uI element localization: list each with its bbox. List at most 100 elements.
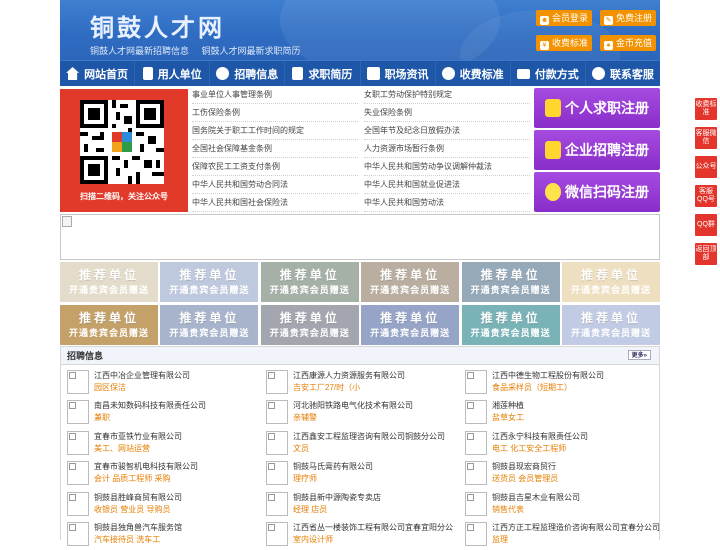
company-logo[interactable] — [266, 491, 288, 516]
nav-job-listings[interactable]: 招聘信息 — [210, 61, 286, 86]
job-title-link[interactable]: 销售代表 — [492, 504, 524, 515]
job-item[interactable]: 湘莲种植 盐草女工 — [461, 398, 657, 428]
company-name-link[interactable]: 铜鼓县新中源陶瓷专卖店 — [293, 492, 381, 503]
job-item[interactable]: 铜鼓县独角兽汽车服务馆 汽车接待员 洗车工 — [63, 520, 259, 550]
job-item[interactable]: 铜鼓县胜峰商贸有限公司 收银员 营业员 导购员 — [63, 490, 259, 520]
company-name-link[interactable]: 铜鼓县现宏商贸行 — [492, 461, 556, 472]
company-name-link[interactable]: 江西永宁科技有限责任公司 — [492, 431, 588, 442]
recommend-tile[interactable]: 推荐单位 开通贵宾会员赠送 — [461, 262, 560, 302]
job-item[interactable]: 江西康源人力资源服务有限公司 吉安工厂27/时（小 — [262, 368, 458, 398]
nav-contact-service[interactable]: 联系客服 — [586, 61, 660, 86]
company-name-link[interactable]: 铜鼓县胜峰商贸有限公司 — [94, 492, 182, 503]
nav-pricing[interactable]: 收费标准 — [436, 61, 511, 86]
law-link[interactable]: 中华人民共和国就业促进法 — [364, 176, 530, 194]
job-title-link[interactable]: 园区保洁 — [94, 382, 126, 393]
job-item[interactable]: 江西中冶企业管理有限公司 园区保洁 — [63, 368, 259, 398]
company-name-link[interactable]: 铜鼓马氏膏药有限公司 — [293, 461, 373, 472]
nav-workplace-news[interactable]: 职场资讯 — [361, 61, 436, 86]
recommend-tile[interactable]: 推荐单位 开通贵宾会员赠送 — [361, 262, 460, 302]
law-link[interactable]: 中华人民共和国社会保险法 — [192, 194, 358, 212]
job-item[interactable]: 江西鑫安工程监理咨询有限公司铜鼓分公司 文员 — [262, 429, 458, 459]
job-title-link[interactable]: 电工 化工安全工程师 — [492, 443, 566, 454]
law-link[interactable]: 保障农民工工资支付条例 — [192, 158, 358, 176]
nav-payment-methods[interactable]: 付款方式 — [511, 61, 586, 86]
company-name-link[interactable]: 南昌未知数码科技有限责任公司 — [94, 400, 206, 411]
float-qq-group-button[interactable]: QQ群 — [695, 214, 717, 236]
recommend-tile[interactable]: 推荐单位 开通贵宾会员赠送 — [260, 262, 359, 302]
float-official-account-button[interactable]: 公众号 — [695, 156, 717, 178]
company-logo[interactable] — [465, 491, 487, 516]
member-login-button[interactable]: ☻ 会员登录 — [536, 10, 592, 26]
law-link[interactable]: 工伤保险条例 — [192, 104, 358, 122]
recommend-tile[interactable]: 推荐单位 开通贵宾会员赠送 — [160, 262, 259, 302]
job-item[interactable]: 铜鼓县新中源陶瓷专卖店 经理 店员 — [262, 490, 458, 520]
company-logo[interactable] — [266, 400, 288, 425]
company-logo[interactable] — [266, 430, 288, 455]
personal-register-button[interactable]: 个人求职注册 — [534, 88, 660, 128]
tagline-jobs[interactable]: 铜鼓人才网最新招聘信息 — [90, 46, 189, 56]
recommend-tile[interactable]: 推荐单位 开通贵宾会员赠送 — [562, 305, 660, 345]
job-item[interactable]: 江西中德生物工程股份有限公司 食品采样员（短期工） — [461, 368, 657, 398]
float-service-qq-button[interactable]: 客服QQ号 — [695, 185, 717, 207]
free-register-button[interactable]: ✎ 免费注册 — [600, 10, 656, 26]
job-title-link[interactable]: 经理 店员 — [293, 504, 327, 515]
coin-recharge-button[interactable]: ● 金币充值 — [600, 35, 656, 51]
job-item[interactable]: 江西省丛一楼装饰工程有限公司宜春宜阳分公 室内设计师 — [262, 520, 458, 550]
company-logo[interactable] — [465, 430, 487, 455]
company-name-link[interactable]: 宜春市骏智机电科技有限公司 — [94, 461, 198, 472]
company-logo[interactable] — [266, 370, 288, 394]
job-item[interactable]: 江西永宁科技有限责任公司 电工 化工安全工程师 — [461, 429, 657, 459]
law-link[interactable]: 女职工劳动保护特别规定 — [364, 86, 530, 104]
more-jobs-link[interactable]: 更多» — [627, 350, 651, 360]
recommend-tile[interactable]: 推荐单位 开通贵宾会员赠送 — [461, 305, 560, 345]
recommend-tile[interactable]: 推荐单位 开通贵宾会员赠送 — [160, 305, 259, 345]
job-item[interactable]: 南昌未知数码科技有限责任公司 兼职 — [63, 398, 259, 428]
company-logo[interactable] — [67, 491, 89, 516]
site-logo-title[interactable]: 铜鼓人才网 — [90, 8, 225, 43]
law-link[interactable]: 中华人民共和国劳动争议调解仲裁法 — [364, 158, 530, 176]
job-item[interactable]: 铜鼓马氏膏药有限公司 理疗师 — [262, 459, 458, 489]
law-link[interactable]: 国务院关于职工工作时间的规定 — [192, 122, 358, 140]
float-pricing-button[interactable]: 收费标准 — [695, 98, 717, 120]
job-title-link[interactable]: 理疗师 — [293, 473, 317, 484]
job-item[interactable]: 宜春市亚铁竹业有限公司 美工、网站运营 — [63, 429, 259, 459]
job-item[interactable]: 宜春市骏智机电科技有限公司 会计 品质工程师 采购 — [63, 459, 259, 489]
company-name-link[interactable]: 铜鼓县吉星木业有限公司 — [492, 492, 580, 503]
job-title-link[interactable]: 吉安工厂27/时（小 — [293, 382, 360, 393]
company-logo[interactable] — [67, 461, 89, 486]
back-to-top-button[interactable]: 返回顶部 — [695, 243, 717, 265]
job-title-link[interactable]: 食品采样员（短期工） — [492, 382, 572, 393]
company-name-link[interactable]: 湘莲种植 — [492, 400, 524, 411]
law-link[interactable]: 人力资源市场暂行条例 — [364, 140, 530, 158]
company-name-link[interactable]: 宜春市亚铁竹业有限公司 — [94, 431, 182, 442]
company-logo[interactable] — [465, 370, 487, 394]
job-title-link[interactable]: 亲辅警 — [293, 412, 317, 423]
pricing-button[interactable]: ¥ 收费标准 — [536, 35, 592, 51]
law-link[interactable]: 中华人民共和国劳动法 — [364, 194, 530, 212]
recommend-tile[interactable]: 推荐单位 开通贵宾会员赠送 — [260, 305, 359, 345]
job-title-link[interactable]: 盐草女工 — [492, 412, 524, 423]
company-name-link[interactable]: 江西中德生物工程股份有限公司 — [492, 370, 604, 381]
company-logo[interactable] — [465, 400, 487, 425]
job-title-link[interactable]: 兼职 — [94, 412, 110, 423]
company-logo[interactable] — [67, 400, 89, 425]
company-logo[interactable] — [67, 370, 89, 394]
job-item[interactable]: 铜鼓县吉星木业有限公司 销售代表 — [461, 490, 657, 520]
recommend-tile[interactable]: 推荐单位 开通贵宾会员赠送 — [562, 262, 660, 302]
law-link[interactable]: 中华人民共和国劳动合同法 — [192, 176, 358, 194]
company-logo[interactable] — [266, 522, 288, 546]
law-link[interactable]: 全国年节及纪念日放假办法 — [364, 122, 530, 140]
company-register-button[interactable]: 企业招聘注册 — [534, 130, 660, 170]
job-title-link[interactable]: 会计 品质工程师 采购 — [94, 473, 170, 484]
float-service-wechat-button[interactable]: 客服微信 — [695, 127, 717, 149]
nav-home[interactable]: 网站首页 — [60, 61, 136, 86]
company-logo[interactable] — [67, 522, 89, 546]
law-link[interactable]: 全国社会保障基金条例 — [192, 140, 358, 158]
job-title-link[interactable]: 送货员 会员管理员 — [492, 473, 558, 484]
company-name-link[interactable]: 江西省丛一楼装饰工程有限公司宜春宜阳分公 — [293, 522, 453, 533]
job-item[interactable]: 河北驰阳铁路电气化技术有限公司 亲辅警 — [262, 398, 458, 428]
company-logo[interactable] — [67, 430, 89, 455]
company-name-link[interactable]: 铜鼓县独角兽汽车服务馆 — [94, 522, 182, 533]
job-title-link[interactable]: 美工、网站运营 — [94, 443, 150, 454]
banner-image-placeholder[interactable] — [60, 214, 660, 260]
